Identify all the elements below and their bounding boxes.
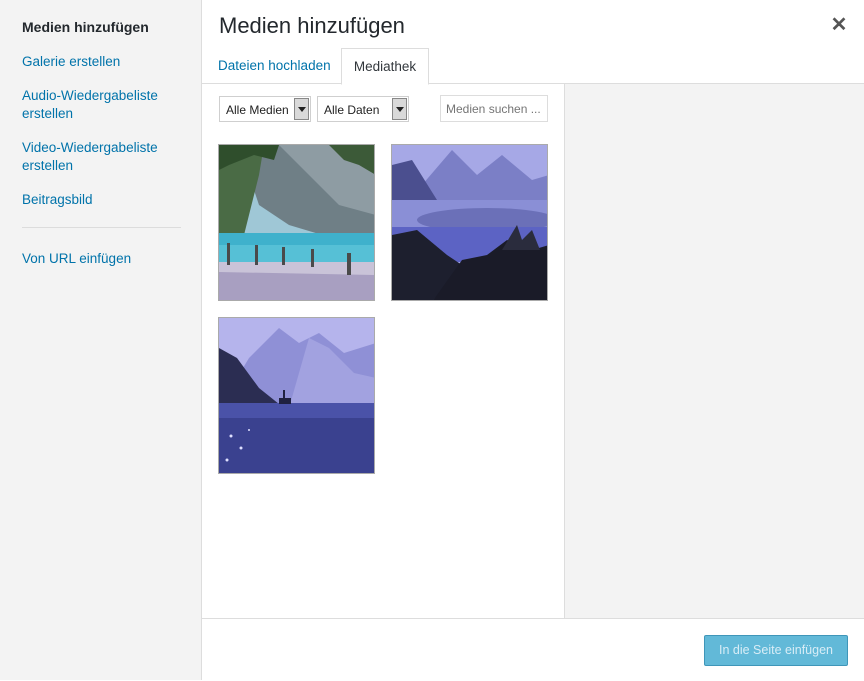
chevron-down-icon[interactable] (392, 98, 407, 120)
tab-upload-files[interactable]: Dateien hochladen (218, 48, 331, 83)
sidebar-separator (22, 227, 181, 228)
sidebar-item-featured-image[interactable]: Beitragsbild (22, 191, 192, 209)
attachment-details-panel (564, 84, 864, 618)
sidebar-item-create-audio-playlist[interactable]: Audio-Wiedergabeliste erstellen (22, 87, 192, 123)
modal-title: Medien hinzufügen (219, 13, 405, 38)
sidebar-item-insert-from-url[interactable]: Von URL einfügen (22, 250, 192, 268)
media-thumbnail-lake-pier[interactable] (218, 144, 375, 301)
image-lake-boat (219, 318, 374, 473)
media-type-filter[interactable]: Alle Medien (219, 96, 311, 122)
image-lake-pier (219, 145, 374, 300)
date-filter-value: Alle Daten (324, 103, 380, 117)
tab-media-library[interactable]: Mediathek (341, 48, 429, 85)
sidebar-title[interactable]: Medien hinzufügen (22, 19, 149, 35)
sidebar-item-create-video-playlist[interactable]: Video-Wiedergabeliste erstellen (22, 139, 192, 175)
date-filter[interactable]: Alle Daten (317, 96, 409, 122)
media-search-input[interactable] (440, 95, 548, 122)
media-type-filter-value: Alle Medien (226, 103, 289, 117)
image-lake-valley (392, 145, 547, 300)
close-icon[interactable]: ✕ (829, 14, 849, 36)
insert-into-page-button[interactable]: In die Seite einfügen (704, 635, 848, 666)
chevron-down-icon[interactable] (294, 98, 309, 120)
media-thumbnail-lake-valley[interactable] (391, 144, 548, 301)
media-menu-sidebar: Medien hinzufügen Galerie erstellen Audi… (0, 0, 202, 680)
media-thumbnail-lake-boat[interactable] (218, 317, 375, 474)
sidebar-item-create-gallery[interactable]: Galerie erstellen (22, 53, 192, 71)
